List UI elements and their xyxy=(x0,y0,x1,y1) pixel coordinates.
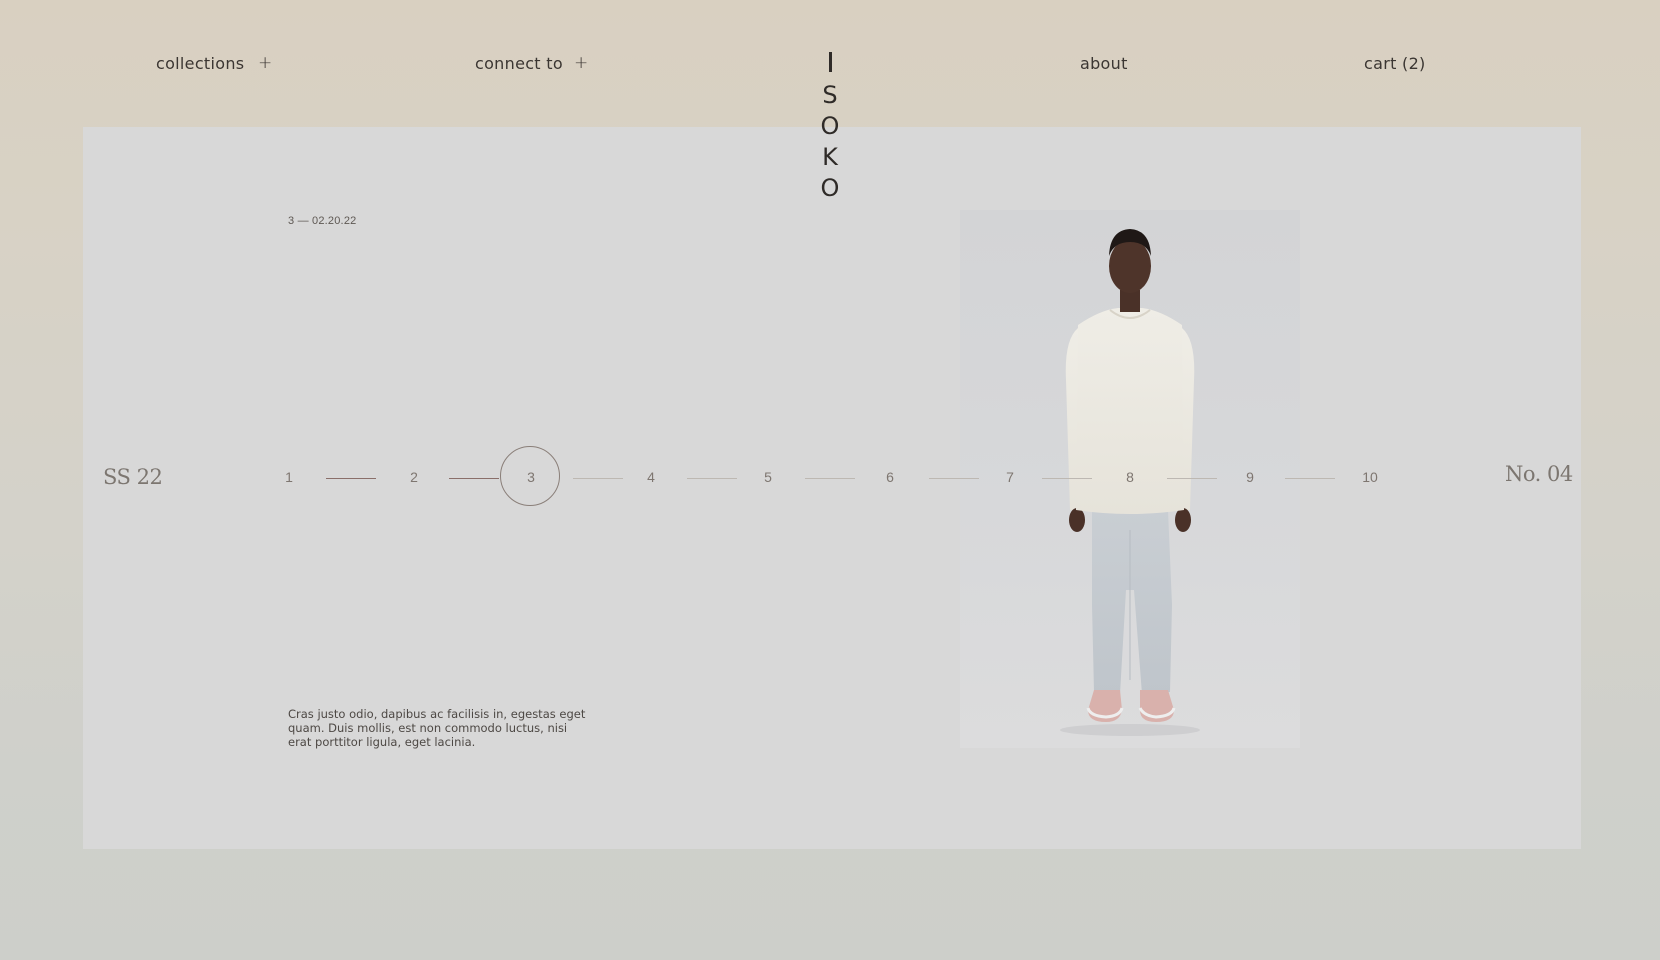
brand-logo[interactable]: S O K O xyxy=(808,52,852,212)
page-link[interactable]: 8 xyxy=(1115,469,1145,485)
logo-letter: K xyxy=(822,143,838,171)
page-link[interactable]: 2 xyxy=(399,469,429,485)
collection-date: 3 — 02.20.22 xyxy=(288,215,357,227)
page-divider xyxy=(687,478,737,479)
page-divider xyxy=(805,478,855,479)
logo-letter: O xyxy=(820,174,840,202)
page-divider xyxy=(1042,478,1092,479)
page-divider xyxy=(929,478,979,479)
page-link[interactable]: 9 xyxy=(1235,469,1265,485)
logo-letter: S xyxy=(822,81,838,109)
nav-collections-link[interactable]: collections xyxy=(156,54,244,73)
collections-expand-icon[interactable]: + xyxy=(258,53,272,73)
page-divider xyxy=(573,478,623,479)
page-divider xyxy=(449,478,499,479)
page-link[interactable]: 7 xyxy=(995,469,1025,485)
page-link[interactable]: 5 xyxy=(753,469,783,485)
nav-connect-link[interactable]: connect to xyxy=(475,54,563,73)
issue-number: No. 04 xyxy=(1505,462,1573,486)
page-link[interactable]: 10 xyxy=(1355,469,1385,485)
connect-expand-icon[interactable]: + xyxy=(574,53,588,73)
page-link[interactable]: 4 xyxy=(636,469,666,485)
logo-bar xyxy=(828,52,832,72)
page-divider xyxy=(326,478,376,479)
page-link[interactable]: 1 xyxy=(274,469,304,485)
page-link[interactable]: 6 xyxy=(875,469,905,485)
logo-letter: O xyxy=(820,112,840,140)
page-divider xyxy=(1285,478,1335,479)
page-link-current[interactable]: 3 xyxy=(516,469,546,485)
season-label: SS 22 xyxy=(103,465,163,489)
page-divider xyxy=(1167,478,1217,479)
nav-about-link[interactable]: about xyxy=(1080,54,1128,73)
collection-description: Cras justo odio, dapibus ac facilisis in… xyxy=(288,707,586,749)
nav-cart-link[interactable]: cart (2) xyxy=(1364,54,1426,73)
